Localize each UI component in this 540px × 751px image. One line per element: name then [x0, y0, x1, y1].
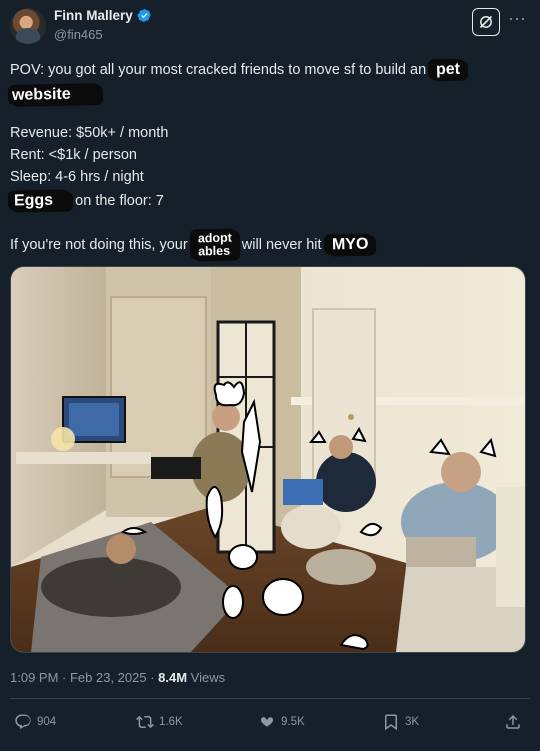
post-eggs: Eggs on the floor: 7 — [9, 190, 164, 212]
overlay-scribble: pet — [429, 59, 467, 81]
timestamp-text: 1:09 PM · Feb 23, 2025 · — [10, 670, 159, 685]
like-count: 9.5K — [281, 716, 305, 728]
verified-badge-icon — [137, 9, 151, 22]
post-text: on the floor: 7 — [75, 193, 164, 209]
heart-icon — [260, 717, 274, 727]
post-final-line: If you're not doing this, your adopt abl… — [10, 229, 375, 261]
post-rent: Rent: <$1k / person — [10, 147, 137, 163]
like-button[interactable]: 9.5K — [258, 713, 305, 731]
grok-icon — [479, 15, 493, 29]
post-line-2: website — [9, 84, 101, 106]
repost-count: 1.6K — [159, 716, 183, 728]
post-line-1: POV: you got all your most cracked frien… — [10, 59, 467, 81]
overlay-scribble: Eggs — [9, 190, 72, 212]
post-timestamp[interactable]: 1:09 PM · Feb 23, 2025 · 8.4M Views — [10, 670, 225, 685]
reply-button[interactable]: 904 — [14, 713, 56, 731]
bookmark-icon — [385, 714, 397, 731]
post-text: If you're not doing this, your — [10, 236, 188, 253]
divider — [10, 698, 530, 699]
grok-button[interactable] — [472, 8, 500, 36]
post-text: POV: you got all your most cracked frien… — [10, 62, 427, 78]
bookmark-button[interactable]: 3K — [382, 713, 419, 731]
share-icon — [506, 714, 520, 729]
overlay-bottom: ables — [197, 243, 230, 259]
post-revenue: Revenue: $50k+ / month — [10, 125, 169, 141]
post-photo[interactable] — [10, 266, 526, 653]
bookmark-count: 3K — [405, 716, 420, 728]
handle[interactable]: @fin465 — [54, 27, 103, 42]
display-name[interactable]: Finn Mallery — [54, 8, 133, 23]
post-sleep: Sleep: 4-6 hrs / night — [10, 169, 144, 185]
name-row: Finn Mallery — [54, 8, 152, 23]
overlay-scribble: MYO — [325, 234, 375, 256]
tweet: Finn Mallery @fin465 ··· POV: you got al… — [0, 0, 540, 751]
repost-icon — [136, 715, 154, 729]
reply-icon — [15, 714, 31, 729]
post-text: will never hit — [241, 236, 322, 253]
views-label: Views — [187, 670, 226, 685]
views-count: 8.4M — [158, 670, 188, 685]
avatar[interactable] — [10, 8, 46, 44]
repost-button[interactable]: 1.6K — [136, 713, 183, 731]
room-photo-illustration — [11, 267, 525, 652]
share-button[interactable] — [504, 713, 522, 731]
reply-count: 904 — [37, 716, 57, 728]
overlay-scribble-stacked: adopt ables — [191, 229, 239, 261]
overlay-scribble: website — [9, 84, 101, 106]
more-options-icon[interactable]: ··· — [508, 9, 526, 27]
